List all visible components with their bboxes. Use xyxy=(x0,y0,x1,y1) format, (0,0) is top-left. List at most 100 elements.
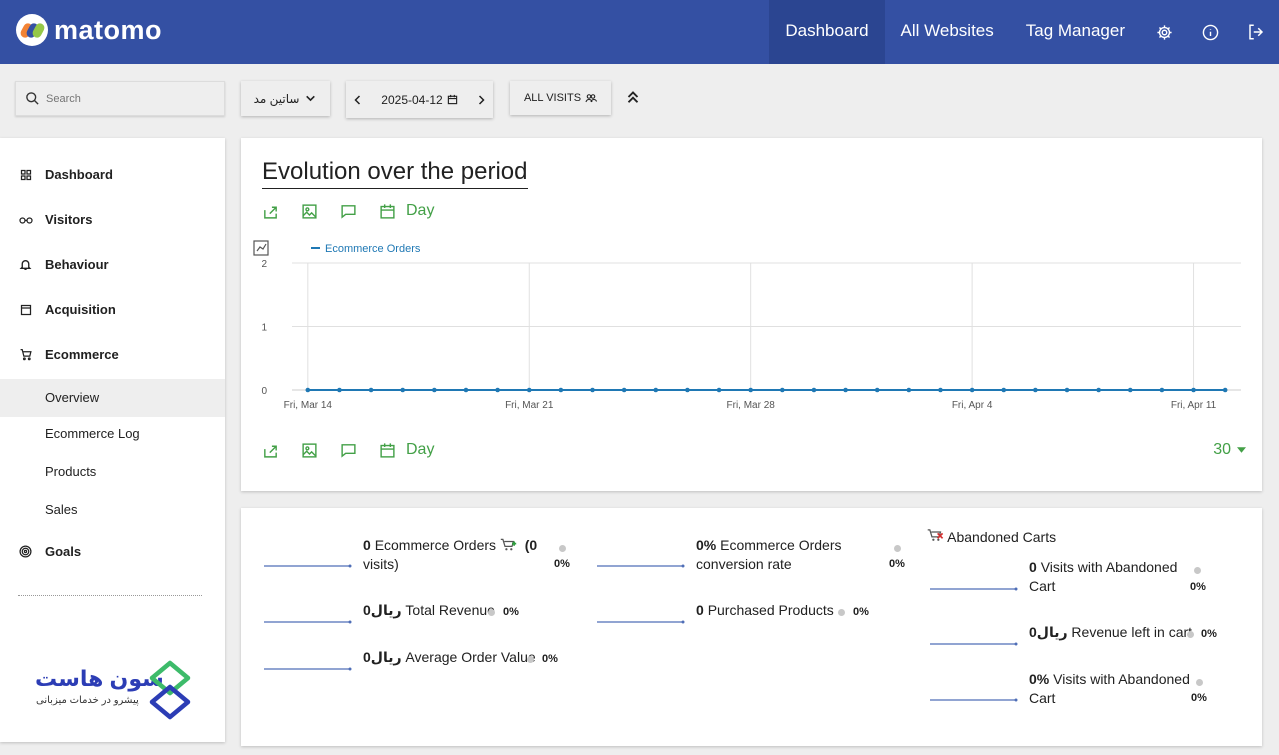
sidebar-item-ecommerce-log[interactable]: Ecommerce Log xyxy=(0,415,225,453)
metric-total-revenue[interactable]: 0ریال Total Revenue xyxy=(363,601,495,620)
collapse-chevrons-icon[interactable] xyxy=(624,88,642,106)
sidebar-item-dashboard[interactable]: Dashboard xyxy=(18,167,113,182)
sparkline[interactable] xyxy=(263,562,353,570)
data-point xyxy=(1159,387,1165,393)
top-nav: Dashboard All Websites Tag Manager xyxy=(769,0,1279,64)
info-icon[interactable] xyxy=(1187,0,1233,64)
sidebar-item-overview[interactable]: Overview xyxy=(0,379,225,417)
abandoned-carts-heading: Abandoned Carts xyxy=(927,528,1056,547)
sidebar-item-goals[interactable]: Goals xyxy=(18,544,81,559)
metric-label-2: conversion rate xyxy=(696,556,792,572)
data-point xyxy=(938,387,943,393)
image-icon[interactable] xyxy=(299,201,319,221)
topnav-tag-manager[interactable]: Tag Manager xyxy=(1010,0,1141,64)
metric-ecommerce-orders[interactable]: 0 Ecommerce Orders (0 visits) xyxy=(363,536,548,574)
sidebar-item-products[interactable]: Products xyxy=(0,453,225,491)
sidebar-item-label: Goals xyxy=(45,544,82,559)
brand-logo[interactable]: سون هاست پیشرو در خدمات میزبانی xyxy=(32,658,192,723)
x-tick-label: Fri, Mar 21 xyxy=(505,400,554,411)
sidebar-item-acquisition[interactable]: Acquisition xyxy=(18,302,116,317)
cart-icon xyxy=(18,347,33,362)
sparkline[interactable] xyxy=(929,696,1019,704)
date-selector[interactable]: 2025-04-12 xyxy=(346,81,493,118)
metric-visits-abandoned-cart[interactable]: 0 Visits with Abandoned Cart xyxy=(1029,558,1199,596)
image-icon[interactable] xyxy=(299,440,319,460)
data-point xyxy=(1001,387,1007,393)
data-point xyxy=(495,387,500,393)
metric-delta: 0% xyxy=(889,558,905,570)
brand-tagline: پیشرو در خدمات میزبانی xyxy=(36,695,139,706)
data-point xyxy=(1033,387,1038,393)
data-point xyxy=(780,387,785,393)
topnav-all-websites[interactable]: All Websites xyxy=(885,0,1010,64)
brand-mark-icon xyxy=(149,660,191,720)
sparkline[interactable] xyxy=(596,562,686,570)
calendar-icon[interactable] xyxy=(377,440,397,460)
calendar-icon[interactable] xyxy=(377,201,397,221)
sparkline[interactable] xyxy=(596,618,686,626)
previous-period-icon[interactable] xyxy=(352,94,364,106)
export-icon[interactable] xyxy=(260,440,280,460)
metric-abandoned-cart-rate[interactable]: 0% Visits with Abandoned Cart xyxy=(1029,670,1199,708)
search-box[interactable] xyxy=(15,81,225,116)
annotation-icon[interactable] xyxy=(338,201,358,221)
section-title: Abandoned Carts xyxy=(947,529,1057,545)
data-point xyxy=(1127,387,1133,393)
metric-label: Ecommerce Orders xyxy=(720,537,842,553)
sidebar-item-behaviour[interactable]: Behaviour xyxy=(18,257,109,272)
sidebar-item-visitors[interactable]: Visitors xyxy=(18,212,92,227)
logout-icon[interactable] xyxy=(1233,0,1279,64)
metric-conversion-rate[interactable]: 0% Ecommerce Orders conversion rate xyxy=(696,536,886,574)
window-icon xyxy=(18,302,33,317)
data-point xyxy=(305,387,311,393)
matomo-logo-icon xyxy=(16,14,48,46)
trend-dot xyxy=(559,545,566,552)
sidebar-item-sales[interactable]: Sales xyxy=(0,491,225,529)
top-bar: matomo Dashboard All Websites Tag Manage… xyxy=(0,0,1279,64)
sidebar-item-label: Ecommerce xyxy=(45,347,119,362)
period-selector[interactable]: Day xyxy=(406,202,434,220)
metric-value: 0ریال xyxy=(1029,624,1068,640)
trend-dot xyxy=(1187,631,1194,638)
metric-delta: 0% xyxy=(853,606,869,618)
sparkline[interactable] xyxy=(263,665,353,673)
metric-average-order-value[interactable]: 0ریال Average Order Value xyxy=(363,648,536,667)
gear-icon[interactable] xyxy=(1141,0,1187,64)
site-selector[interactable]: ساتین مد xyxy=(241,81,330,116)
metric-purchased-products[interactable]: 0 Purchased Products xyxy=(696,601,834,620)
legend-label: Ecommerce Orders xyxy=(325,243,421,255)
metric-label-2: Cart xyxy=(1029,578,1056,594)
logo-text: matomo xyxy=(54,14,163,45)
period-selector[interactable]: Day xyxy=(406,441,434,459)
sparkline[interactable] xyxy=(929,640,1019,648)
x-tick-label: Fri, Mar 14 xyxy=(284,400,333,411)
matomo-logo[interactable]: matomo xyxy=(16,14,162,46)
evolution-card: Evolution over the period Day Ecommerce … xyxy=(241,138,1262,491)
data-point xyxy=(621,387,627,393)
metric-label: Purchased Products xyxy=(707,602,834,618)
search-input[interactable] xyxy=(46,92,216,105)
next-period-icon[interactable] xyxy=(475,94,487,106)
calendar-icon xyxy=(447,94,457,105)
y-tick-label: 1 xyxy=(261,323,267,334)
data-point xyxy=(558,387,564,393)
segment-selector[interactable]: ALL VISITS xyxy=(510,81,611,115)
topnav-dashboard[interactable]: Dashboard xyxy=(769,0,885,64)
metric-value: 0ریال xyxy=(363,649,402,665)
sidebar-item-ecommerce[interactable]: Ecommerce xyxy=(18,347,119,362)
metric-delta: 0% xyxy=(1201,628,1217,640)
sparkline[interactable] xyxy=(263,618,353,626)
annotation-icon[interactable] xyxy=(338,440,358,460)
data-point xyxy=(463,387,469,393)
limit-selector[interactable]: 30 xyxy=(1213,441,1246,459)
metric-label: Revenue left in cart xyxy=(1071,624,1193,640)
limit-value: 30 xyxy=(1213,441,1231,458)
sparkline[interactable] xyxy=(929,585,1019,593)
metric-value: 0 xyxy=(696,602,704,618)
data-point xyxy=(969,387,975,393)
export-icon[interactable] xyxy=(260,201,280,221)
trend-dot xyxy=(894,545,901,552)
selected-date[interactable]: 2025-04-12 xyxy=(381,93,442,107)
metric-revenue-left-in-cart[interactable]: 0ریال Revenue left in cart xyxy=(1029,623,1192,642)
y-tick-label: 2 xyxy=(261,259,267,270)
